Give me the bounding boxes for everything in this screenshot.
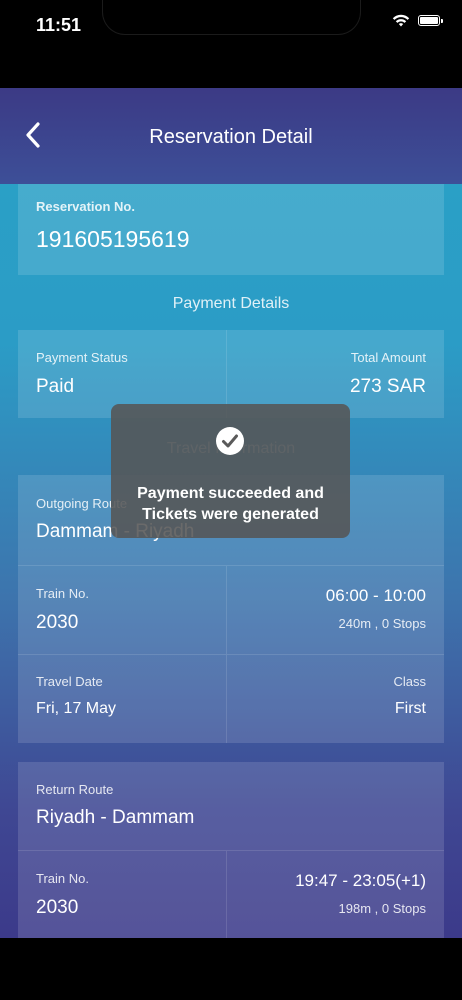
battery-icon: [418, 15, 443, 26]
return-train-row: Train No. 2030 19:47 - 23:05(+1) 198m , …: [18, 850, 444, 938]
class-cell: Class First: [227, 655, 444, 743]
outgoing-train-label: Train No.: [36, 586, 89, 601]
return-train-value: 2030: [36, 897, 79, 918]
return-train-cell: Train No. 2030: [18, 851, 227, 938]
return-time-cell: 19:47 - 23:05(+1) 198m , 0 Stops: [227, 851, 444, 938]
nav-bar: Reservation Detail: [0, 88, 462, 184]
check-circle-icon: [216, 427, 244, 455]
total-amount-value: 273 SAR: [349, 376, 426, 397]
return-card: Return Route Riyadh - Dammam Train No. 2…: [18, 762, 444, 938]
page-title: Reservation Detail: [149, 126, 313, 148]
travel-date-label: Travel Date: [36, 674, 103, 689]
outgoing-time-value: 06:00 - 10:00: [325, 586, 426, 605]
toast-line-1: Payment succeeded and: [137, 485, 324, 502]
toast-message: Payment succeeded and Tickets were gener…: [111, 483, 350, 525]
travel-date-value: Fri, 17 May: [36, 700, 117, 717]
success-toast: Payment succeeded and Tickets were gener…: [111, 404, 350, 538]
status-bar: 11:51: [0, 0, 462, 50]
return-train-label: Train No.: [36, 871, 89, 886]
reservation-card: Reservation No. 191605195619: [18, 184, 444, 275]
reservation-number: 191605195619: [36, 226, 190, 252]
return-route-row: Return Route Riyadh - Dammam: [18, 762, 444, 850]
status-time: 11:51: [36, 15, 82, 35]
return-duration-value: 198m , 0 Stops: [338, 901, 426, 916]
outgoing-train-cell: Train No. 2030: [18, 566, 227, 654]
class-value: First: [394, 700, 426, 717]
outgoing-time-cell: 06:00 - 10:00 240m , 0 Stops: [227, 566, 444, 654]
outgoing-train-value: 2030: [36, 612, 79, 633]
outgoing-duration-value: 240m , 0 Stops: [338, 616, 426, 631]
reservation-label: Reservation No.: [36, 199, 135, 214]
outgoing-date-cell: Travel Date Fri, 17 May: [18, 655, 227, 743]
status-icons: [392, 14, 443, 27]
total-amount-label: Total Amount: [350, 350, 426, 365]
outgoing-train-row: Train No. 2030 06:00 - 10:00 240m , 0 St…: [18, 565, 444, 654]
toast-line-2: Tickets were generated: [142, 506, 319, 523]
return-route-label: Return Route: [36, 782, 114, 797]
payment-status-value: Paid: [36, 376, 75, 397]
notch: [103, 0, 360, 34]
class-label: Class: [393, 674, 426, 689]
payment-status-label: Payment Status: [36, 350, 128, 365]
payment-section-title: Payment Details: [172, 295, 290, 312]
wifi-icon: [392, 14, 410, 27]
outgoing-date-row: Travel Date Fri, 17 May Class First: [18, 654, 444, 743]
return-time-value: 19:47 - 23:05(+1): [295, 871, 426, 890]
return-route-value: Riyadh - Dammam: [36, 807, 195, 828]
